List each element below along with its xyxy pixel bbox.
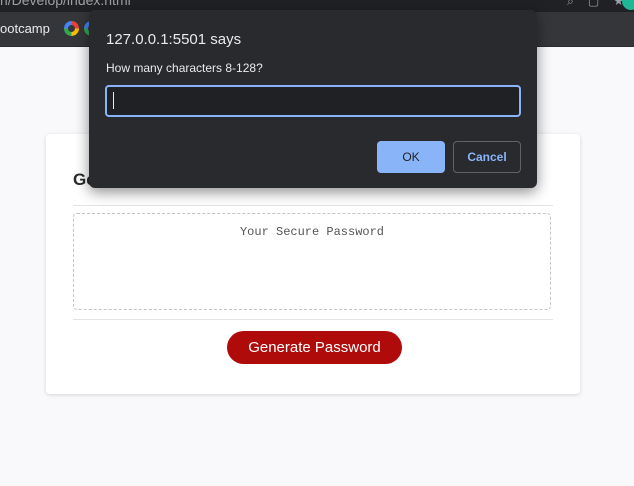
ok-button[interactable]: OK bbox=[377, 141, 445, 173]
share-icon[interactable]: ▢ bbox=[588, 0, 599, 9]
prompt-dialog: 127.0.0.1:5501 says How many characters … bbox=[89, 10, 537, 188]
password-output[interactable]: Your Secure Password bbox=[73, 213, 551, 310]
bottom-divider bbox=[73, 319, 553, 320]
dialog-title: 127.0.0.1:5501 says bbox=[106, 31, 242, 48]
top-divider bbox=[73, 205, 553, 206]
cancel-button[interactable]: Cancel bbox=[453, 141, 521, 173]
toolbar-icons: ⌕ ▢ ★ bbox=[567, 0, 624, 9]
generate-password-button[interactable]: Generate Password bbox=[227, 331, 402, 364]
bookmark-bootcamp[interactable]: ootcamp bbox=[0, 21, 50, 36]
extension-icon[interactable]: ⌕ bbox=[567, 0, 574, 9]
google-icon[interactable] bbox=[64, 21, 79, 36]
character-count-input[interactable] bbox=[105, 85, 521, 117]
text-caret bbox=[113, 92, 114, 109]
dialog-message: How many characters 8-128? bbox=[106, 61, 263, 75]
url-text: ri/Develop/index.html bbox=[0, 0, 131, 8]
